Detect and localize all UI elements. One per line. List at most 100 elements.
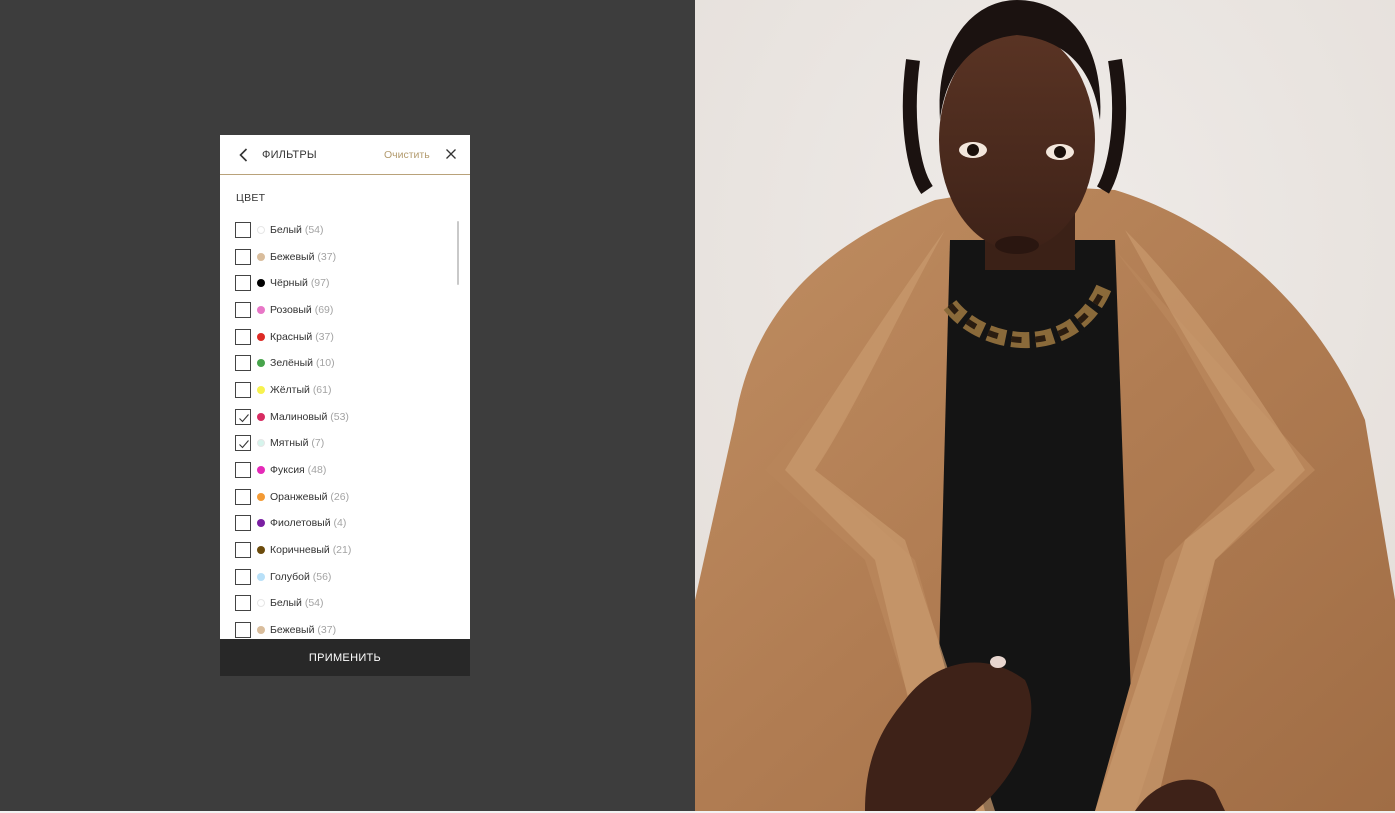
color-option[interactable]: Голубой (56)	[220, 564, 460, 591]
color-option[interactable]: Белый (54)	[220, 590, 460, 617]
filter-panel-header: ФИЛЬТРЫ Очистить	[220, 135, 470, 175]
color-swatch	[257, 545, 265, 554]
color-option[interactable]: Жёлтый (61)	[220, 377, 460, 404]
color-option[interactable]: Мятный (7)	[220, 430, 460, 457]
checkbox[interactable]	[235, 621, 251, 638]
back-button[interactable]	[234, 145, 254, 165]
apply-button[interactable]: ПРИМЕНИТЬ	[220, 639, 470, 676]
color-option-label: Фиолетовый (4)	[270, 517, 346, 529]
color-swatch	[257, 625, 265, 634]
color-option-label: Оранжевый (26)	[270, 491, 349, 503]
color-option[interactable]: Бежевый (37)	[220, 244, 460, 271]
color-count: (21)	[332, 543, 352, 556]
color-option[interactable]: Оранжевый (26)	[220, 484, 460, 511]
checkbox[interactable]	[235, 568, 251, 585]
checkbox[interactable]	[235, 275, 251, 292]
color-count: (7)	[311, 437, 325, 450]
checkbox[interactable]	[235, 515, 251, 532]
color-swatch	[257, 279, 265, 288]
checkbox[interactable]	[235, 488, 251, 505]
color-name: Розовый	[270, 303, 312, 316]
checkbox[interactable]	[235, 222, 251, 238]
section-label-color: ЦВЕТ	[236, 192, 266, 204]
color-name: Красный	[270, 330, 313, 343]
color-count: (10)	[315, 357, 335, 370]
color-option-label: Зелёный (10)	[270, 357, 335, 369]
color-name: Бежевый	[270, 250, 315, 263]
clear-filters-link[interactable]: Очистить	[384, 149, 430, 161]
color-swatch	[257, 492, 265, 501]
color-count: (97)	[310, 277, 330, 290]
color-name: Бежевый	[270, 623, 315, 636]
color-name: Фиолетовый	[270, 517, 331, 530]
checkbox[interactable]	[235, 595, 251, 612]
color-name: Белый	[270, 597, 302, 610]
checkbox[interactable]	[235, 328, 251, 345]
close-button[interactable]	[443, 146, 459, 162]
color-list-viewport[interactable]: Белый (54) Бежевый (37) Чёрный (97) Розовый…	[220, 217, 470, 639]
color-option-label: Белый (54)	[270, 597, 324, 609]
color-option[interactable]: Красный (37)	[220, 324, 460, 351]
color-count: (69)	[314, 303, 334, 316]
color-swatch	[257, 226, 265, 234]
filter-panel: ФИЛЬТРЫ Очистить ЦВЕТ Белый (54) Бежевый …	[220, 135, 470, 676]
color-option[interactable]: Розовый (69)	[220, 297, 460, 324]
color-name: Мятный	[270, 437, 309, 450]
color-count: (54)	[304, 597, 324, 610]
color-name: Чёрный	[270, 277, 308, 290]
scrollbar-thumb[interactable]	[457, 221, 459, 285]
color-option[interactable]: Бежевый (37)	[220, 617, 460, 639]
color-count: (37)	[315, 330, 334, 343]
color-option-label: Красный (37)	[270, 331, 334, 343]
close-icon	[446, 149, 456, 159]
color-swatch	[257, 599, 265, 608]
color-swatch	[257, 252, 265, 261]
checkbox[interactable]	[235, 301, 251, 318]
color-name: Оранжевый	[270, 490, 328, 503]
color-swatch	[257, 465, 265, 474]
color-swatch	[257, 385, 265, 394]
color-option[interactable]: Фуксия (48)	[220, 457, 460, 484]
color-swatch	[257, 519, 265, 528]
checkbox[interactable]	[235, 435, 251, 452]
color-option-label: Чёрный (97)	[270, 277, 330, 289]
color-option[interactable]: Чёрный (97)	[220, 270, 460, 297]
coat-model-image	[695, 0, 1395, 811]
color-count: (37)	[317, 623, 337, 636]
color-swatch	[257, 412, 265, 421]
color-option-label: Фуксия (48)	[270, 464, 326, 476]
checkbox[interactable]	[235, 408, 251, 425]
color-count: (37)	[317, 250, 337, 263]
color-swatch	[257, 332, 265, 341]
color-filter-list: Белый (54) Бежевый (37) Чёрный (97) Розовый…	[220, 217, 460, 639]
checkbox[interactable]	[235, 248, 251, 265]
color-option-label: Малиновый (53)	[270, 411, 349, 423]
color-count: (54)	[304, 224, 324, 236]
color-count: (53)	[330, 410, 349, 423]
color-swatch	[257, 359, 265, 368]
chevron-left-icon	[239, 148, 248, 162]
color-name: Белый	[270, 224, 302, 236]
color-swatch	[257, 572, 265, 581]
color-option-label: Бежевый (37)	[270, 624, 336, 636]
color-name: Коричневый	[270, 543, 330, 556]
color-option[interactable]: Зелёный (10)	[220, 350, 460, 377]
color-name: Зелёный	[270, 357, 314, 370]
checkbox[interactable]	[235, 541, 251, 558]
color-count: (48)	[307, 463, 327, 476]
checkbox[interactable]	[235, 355, 251, 372]
color-name: Фуксия	[270, 463, 305, 476]
color-option[interactable]: Белый (54)	[220, 217, 460, 244]
color-count: (26)	[330, 490, 350, 503]
color-option-label: Розовый (69)	[270, 304, 333, 316]
color-option[interactable]: Коричневый (21)	[220, 537, 460, 564]
color-option[interactable]: Фиолетовый (4)	[220, 510, 460, 537]
color-count: (56)	[312, 570, 332, 583]
color-option[interactable]: Малиновый (53)	[220, 404, 460, 431]
color-swatch	[257, 305, 265, 314]
checkbox[interactable]	[235, 381, 251, 398]
color-swatch	[257, 439, 265, 448]
color-option-label: Белый (54)	[270, 224, 324, 236]
color-name: Малиновый	[270, 410, 328, 423]
checkbox[interactable]	[235, 461, 251, 478]
